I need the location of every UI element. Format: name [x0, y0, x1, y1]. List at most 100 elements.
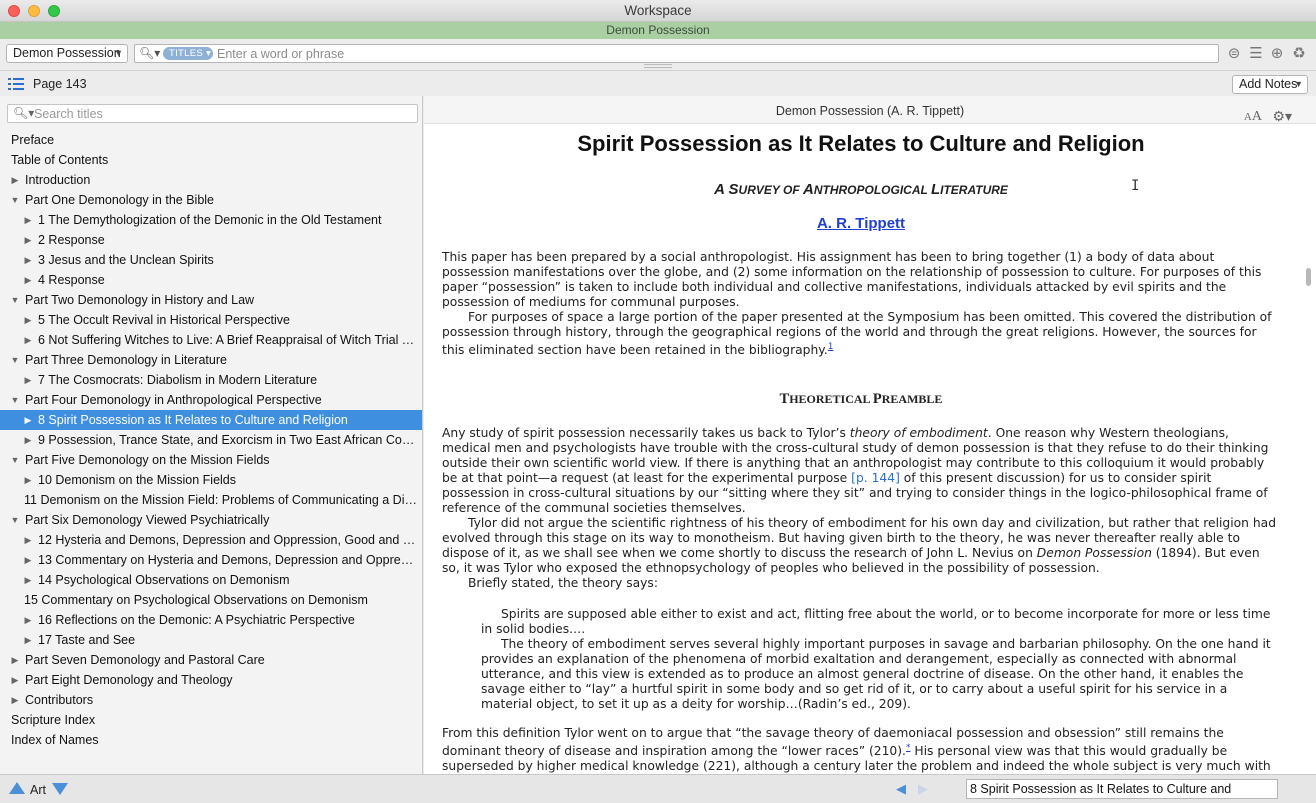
- toc-item[interactable]: ▶ 9 Possession, Trance State, and Exorcis…: [0, 430, 423, 450]
- disclosure-collapsed-icon[interactable]: ▶: [22, 210, 34, 230]
- toc-item[interactable]: ▶ 14 Psychological Observations on Demoni…: [0, 570, 422, 590]
- toc-item[interactable]: Table of Contents: [0, 150, 422, 170]
- toc-item-label: Part Six Demonology Viewed Psychiatrical…: [25, 513, 270, 527]
- minimize-window-button[interactable]: [28, 5, 40, 17]
- toc-item[interactable]: ▶ Part Seven Demonology and Pastoral Care: [0, 650, 422, 670]
- toc-item[interactable]: ▶ 4 Response: [0, 270, 422, 290]
- search-box[interactable]: 🔍︎▾ TITLES ▾: [134, 44, 1219, 63]
- section-heading: THEORETICAL PREAMBLE: [779, 391, 943, 408]
- toc-item[interactable]: Scripture Index: [0, 710, 422, 730]
- back-arrow-icon[interactable]: ◀: [896, 781, 906, 797]
- title-search-input[interactable]: [34, 106, 414, 121]
- disclosure-collapsed-icon[interactable]: ▶: [22, 430, 34, 450]
- disclosure-expanded-icon[interactable]: ▼: [9, 450, 21, 470]
- disclosure-expanded-icon[interactable]: ▼: [9, 350, 21, 370]
- search-icon[interactable]: 🔍︎▾: [139, 46, 160, 60]
- disclosure-collapsed-icon[interactable]: ▶: [22, 230, 34, 250]
- disclosure-collapsed-icon[interactable]: ▶: [22, 270, 34, 290]
- add-circle-icon[interactable]: ⊕: [1268, 45, 1286, 63]
- disclosure-collapsed-icon[interactable]: ▶: [22, 470, 34, 490]
- toc-item-label: 17 Taste and See: [38, 633, 136, 647]
- paragraph: This paper has been prepared by a social…: [442, 250, 1262, 309]
- toc-item[interactable]: ▶ 12 Hysteria and Demons, Depression and …: [0, 530, 422, 550]
- search-icon: 🔍︎▾: [13, 106, 35, 120]
- disclosure-collapsed-icon[interactable]: ▶: [22, 570, 34, 590]
- toc-item[interactable]: ▶ 3 Jesus and the Unclean Spirits: [0, 250, 422, 270]
- forward-arrow-icon[interactable]: ▶: [918, 781, 928, 797]
- close-window-button[interactable]: [8, 5, 20, 17]
- disclosure-expanded-icon[interactable]: ▼: [9, 390, 21, 410]
- toc-item-label: 9 Possession, Trance State, and Exorcism…: [38, 433, 423, 447]
- toc-item[interactable]: ▶ 6 Not Suffering Witches to Live: A Brie…: [0, 330, 422, 350]
- disclosure-collapsed-icon[interactable]: ▶: [22, 410, 34, 430]
- toc-item[interactable]: ▶ 16 Reflections on the Demonic: A Psychi…: [0, 610, 422, 630]
- toc-item-label: 2 Response: [38, 233, 105, 247]
- disclosure-collapsed-icon[interactable]: ▶: [22, 630, 34, 650]
- previous-article-icon[interactable]: [9, 782, 25, 794]
- toc-item[interactable]: ▼ Part Four Demonology in Anthropological…: [0, 390, 422, 410]
- toc-item[interactable]: ▶ Part Eight Demonology and Theology: [0, 670, 422, 690]
- toc-item-label: Scripture Index: [11, 713, 96, 727]
- toc-item[interactable]: ▶ 10 Demonism on the Mission Fields: [0, 470, 422, 490]
- disclosure-collapsed-icon[interactable]: ▶: [22, 250, 34, 270]
- list-view-icon[interactable]: ☰: [1247, 45, 1265, 63]
- author-link[interactable]: A. R. Tippett: [442, 216, 1280, 236]
- disclosure-expanded-icon[interactable]: ▼: [9, 510, 21, 530]
- toc-item[interactable]: ▼ Part One Demonology in the Bible: [0, 190, 422, 210]
- toc-item-label: Index of Names: [11, 733, 99, 747]
- disclosure-collapsed-icon[interactable]: ▶: [22, 310, 34, 330]
- toc-item[interactable]: ▼ Part Five Demonology on the Mission Fie…: [0, 450, 422, 470]
- recycle-icon[interactable]: ♻: [1290, 45, 1308, 63]
- disclosure-collapsed-icon[interactable]: ▶: [22, 610, 34, 630]
- disclosure-collapsed-icon[interactable]: ▶: [9, 650, 21, 670]
- disclosure-collapsed-icon[interactable]: ▶: [22, 370, 34, 390]
- disclosure-expanded-icon[interactable]: ▼: [9, 190, 21, 210]
- disclosure-collapsed-icon[interactable]: ▶: [9, 670, 21, 690]
- page-marker-link[interactable]: [p. 144]: [851, 471, 900, 485]
- scrollbar-thumb[interactable]: [1306, 268, 1311, 286]
- title-search-box[interactable]: 🔍︎▾: [7, 104, 418, 123]
- text-cursor-icon: I: [1131, 178, 1140, 194]
- toc-item[interactable]: ▶ 8 Spirit Possession as It Relates to Cu…: [0, 410, 422, 430]
- maximize-window-button[interactable]: [48, 5, 60, 17]
- disclosure-collapsed-icon[interactable]: ▶: [22, 550, 34, 570]
- toc-item[interactable]: ▼ Part Three Demonology in Literature: [0, 350, 422, 370]
- resize-grip[interactable]: [644, 64, 672, 68]
- toc-item[interactable]: Index of Names: [0, 730, 422, 750]
- search-options-icon[interactable]: ⊜: [1225, 45, 1243, 63]
- toc-item[interactable]: 11 Demonism on the Mission Field: Proble…: [0, 490, 422, 510]
- toc-item[interactable]: ▶ 13 Commentary on Hysteria and Demons, D…: [0, 550, 422, 570]
- paragraph: For purposes of space a large portion of…: [442, 310, 1272, 358]
- disclosure-collapsed-icon[interactable]: ▶: [22, 330, 34, 350]
- book-select-dropdown[interactable]: Demon Possession ▼: [6, 44, 128, 63]
- search-scope-pill[interactable]: TITLES ▾: [163, 47, 213, 60]
- toc-item[interactable]: ▼ Part Six Demonology Viewed Psychiatrica…: [0, 510, 422, 530]
- block-quote: Spirits are supposed able either to exis…: [481, 607, 1271, 712]
- toc-item-label: 14 Psychological Observations on Demonis…: [38, 573, 290, 587]
- paragraph: Tylor did not argue the scientific right…: [442, 516, 1277, 576]
- toc-item[interactable]: 15 Commentary on Psychological Observati…: [0, 590, 422, 610]
- toc-item[interactable]: ▶ Introduction: [0, 170, 422, 190]
- toc-item[interactable]: ▶ Contributors: [0, 690, 422, 710]
- toc-item-label: 3 Jesus and the Unclean Spirits: [38, 253, 214, 267]
- search-input[interactable]: [217, 46, 1207, 61]
- add-notes-button[interactable]: Add Notes ▼: [1232, 75, 1308, 94]
- toc-item[interactable]: Preface: [0, 130, 422, 150]
- toc-item[interactable]: ▶ 17 Taste and See: [0, 630, 422, 650]
- toc-item-label: 7 The Cosmocrats: Diabolism in Modern Li…: [38, 373, 318, 387]
- toc-toggle-icon[interactable]: [8, 77, 24, 91]
- disclosure-expanded-icon[interactable]: ▼: [9, 290, 21, 310]
- toc-item[interactable]: ▶ 5 The Occult Revival in Historical Pers…: [0, 310, 422, 330]
- location-field[interactable]: 8 Spirit Possession as It Relates to Cul…: [966, 779, 1278, 799]
- toc-item[interactable]: ▼ Part Two Demonology in History and Law: [0, 290, 422, 310]
- disclosure-collapsed-icon[interactable]: ▶: [9, 690, 21, 710]
- article-title: Spirit Possession as It Relates to Cultu…: [577, 131, 1145, 156]
- toc-item[interactable]: ▶ 2 Response: [0, 230, 422, 250]
- next-article-icon[interactable]: [52, 783, 68, 795]
- disclosure-collapsed-icon[interactable]: ▶: [9, 170, 21, 190]
- toc-item[interactable]: ▶ 1 The Demythologization of the Demonic …: [0, 210, 422, 230]
- toc-item-label: 4 Response: [38, 273, 105, 287]
- disclosure-collapsed-icon[interactable]: ▶: [22, 530, 34, 550]
- footnote-link[interactable]: 1: [828, 342, 834, 352]
- toc-item[interactable]: ▶ 7 The Cosmocrats: Diabolism in Modern L…: [0, 370, 422, 390]
